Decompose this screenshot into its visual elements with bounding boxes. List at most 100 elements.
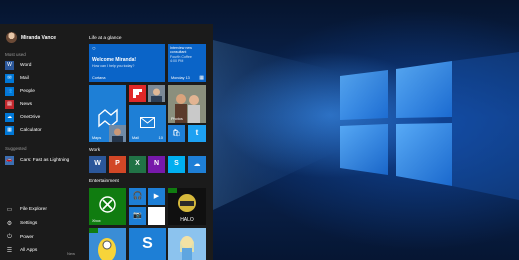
tile-label: Photos (171, 117, 183, 121)
app-label: Calculator (20, 127, 42, 133)
tile-halo[interactable]: HALO (168, 188, 206, 225)
tile-person-photo[interactable] (148, 85, 165, 102)
group-entertainment: Entertainment (89, 179, 119, 184)
app-cars-game[interactable]: 🚗 Cars: Fast as Lightning (5, 155, 69, 165)
cortana-greeting: Welcome Miranda! (92, 57, 137, 63)
film-icon: ▶ (153, 193, 160, 200)
app-news[interactable]: ▤ News (5, 99, 32, 109)
tile-minions[interactable] (89, 228, 126, 260)
app-calculator[interactable]: ▦ Calculator (5, 125, 42, 135)
person-photo-icon (109, 125, 126, 142)
apps-list-icon: ☰ (6, 248, 13, 254)
gear-icon: ⚙ (6, 221, 13, 227)
word-icon: W (5, 60, 14, 70)
most-used-label: Most used (5, 52, 26, 57)
frozen-game-art (168, 228, 206, 260)
tile-onenote[interactable]: N (148, 156, 165, 173)
start-menu: Miranda Vance Most used W Word ✉ Mail 👥 … (0, 24, 213, 260)
all-apps-button[interactable]: ☰ All Apps (5, 246, 38, 255)
tile-label: Mail (132, 136, 139, 140)
tile-excel[interactable]: X (129, 156, 146, 173)
app-label: People (20, 88, 35, 94)
tile-photos[interactable]: Photos (168, 85, 206, 123)
tile-twitter[interactable]: t (188, 125, 206, 142)
tile-label: Xbox (92, 219, 101, 223)
tile-word[interactable]: W (89, 156, 106, 173)
calendar-date: Monday 13 (171, 76, 190, 80)
tile-onedrive[interactable]: ☁ (188, 156, 206, 173)
tile-label: Maps (92, 136, 102, 140)
file-explorer-button[interactable]: ▭ File Explorer (5, 205, 47, 214)
excel-icon: X (135, 160, 140, 167)
all-apps-label: All Apps (20, 248, 38, 253)
suggested-label: Suggested (5, 146, 27, 151)
app-label: News (20, 101, 32, 107)
group-work: Work (89, 148, 101, 153)
onenote-icon: N (153, 160, 160, 167)
tile-frozen[interactable] (168, 228, 206, 260)
app-label: Cars: Fast as Lightning (20, 157, 70, 163)
mail-count: 10 (158, 135, 163, 140)
person-photo-icon (148, 85, 165, 102)
tile-label: Cortana (92, 76, 106, 80)
power-label: Power (20, 235, 34, 240)
cars-game-icon: 🚗 (5, 155, 14, 165)
mail-envelope-icon (140, 117, 155, 128)
halo-game-art: HALO (168, 188, 206, 225)
calculator-icon: ▦ (5, 125, 14, 135)
skype-icon: S (174, 160, 179, 167)
tile-mail[interactable]: Mail 10 (129, 105, 166, 142)
settings-button[interactable]: ⚙ Settings (5, 219, 38, 228)
word-icon: W (94, 160, 101, 167)
onedrive-icon: ☁ (193, 161, 201, 168)
calendar-icon: ▦ (199, 75, 204, 81)
tile-movies[interactable]: ▶ (148, 188, 165, 205)
tile-powerpoint[interactable]: P (109, 156, 126, 173)
store-icon: 🛍 (172, 130, 181, 137)
tile-photos-color[interactable]: ✿ (148, 207, 165, 225)
tile-shazam[interactable]: S (129, 228, 166, 260)
camera-icon: 📷 (133, 212, 142, 219)
group-life-at-a-glance: Life at a glance (89, 36, 122, 41)
user-name: Miranda Vance (21, 34, 57, 41)
app-onedrive[interactable]: ☁ OneDrive (5, 112, 40, 122)
mail-icon: ✉ (5, 73, 14, 83)
tile-groove[interactable]: 🎧 (129, 188, 146, 205)
news-icon: ▤ (5, 99, 14, 109)
avatar (6, 32, 17, 43)
app-label: Word (20, 62, 32, 68)
shazam-icon: S (142, 235, 153, 252)
user-account[interactable]: Miranda Vance (6, 32, 56, 43)
flipboard-icon (133, 89, 142, 98)
headphones-icon: 🎧 (132, 191, 143, 200)
people-icon: 👥 (5, 86, 14, 96)
tile-store[interactable]: 🛍 (168, 125, 185, 142)
powerpoint-icon: P (115, 160, 120, 167)
twitter-icon: t (195, 128, 199, 137)
tile-flipboard[interactable] (129, 85, 146, 102)
tile-skype[interactable]: S (168, 156, 185, 173)
tile-area: Life at a glance ○ Welcome Miranda! How … (89, 24, 213, 260)
app-label: Mail (20, 75, 29, 81)
calendar-event-line4: 4:00 PM (170, 59, 184, 64)
tile-calendar[interactable]: Interview new consultant Fourth Coffee 4… (168, 44, 206, 82)
onedrive-icon: ☁ (5, 112, 14, 122)
start-left-column: Miranda Vance Most used W Word ✉ Mail 👥 … (0, 24, 84, 260)
minions-game-art (89, 228, 126, 260)
tile-cortana[interactable]: ○ Welcome Miranda! How can I help you to… (89, 44, 165, 82)
power-button[interactable]: ⏻ Power (5, 233, 34, 242)
cortana-subtitle: How can I help you today? (92, 64, 135, 68)
app-mail[interactable]: ✉ Mail (5, 73, 29, 83)
xbox-icon (99, 196, 116, 213)
settings-label: Settings (20, 221, 38, 226)
folder-icon: ▭ (6, 207, 13, 213)
app-word[interactable]: W Word (5, 60, 31, 70)
tile-camera[interactable]: 📷 (129, 207, 146, 225)
file-explorer-label: File Explorer (20, 207, 47, 212)
power-icon: ⏻ (7, 234, 12, 240)
app-people[interactable]: 👥 People (5, 86, 35, 96)
cortana-circle-icon: ○ (92, 46, 96, 52)
tile-person-small[interactable] (109, 125, 126, 142)
tile-xbox[interactable]: Xbox (89, 188, 126, 225)
flower-icon: ✿ (152, 210, 161, 220)
